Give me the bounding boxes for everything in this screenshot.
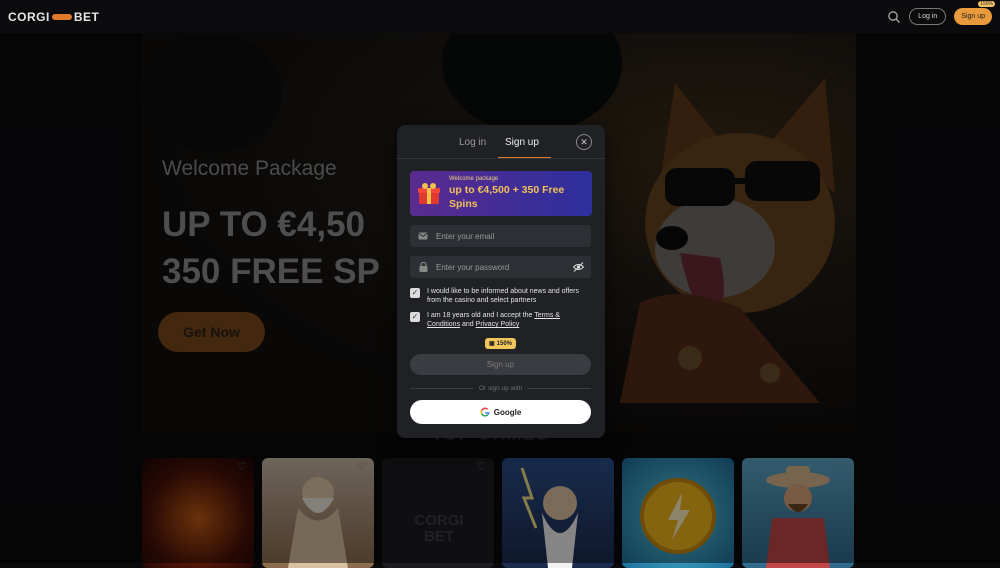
age-terms-label: I am 18 years old and I accept the Terms… (427, 311, 592, 329)
age-terms-and: and (460, 321, 476, 328)
lock-icon (418, 263, 428, 272)
top-bar: CORGI BET Log in Sign up 150% (0, 0, 1000, 33)
gift-small-icon: ▣ (489, 340, 495, 347)
social-divider-label: Or sign up with (474, 385, 527, 392)
divider-line (527, 388, 591, 389)
promo-headline: up to €4,500 + 350 Free Spins (449, 183, 592, 211)
google-button-label: Google (494, 408, 522, 417)
tab-signup[interactable]: Sign up (505, 137, 539, 148)
google-signup-button[interactable]: Google (410, 400, 591, 424)
divider-line (410, 388, 474, 389)
promo-kicker: Welcome package (449, 176, 592, 182)
login-button[interactable]: Log in (909, 8, 946, 25)
bonus-tag: 150% (978, 1, 995, 7)
mail-icon (418, 232, 428, 241)
logo-text-left: CORGI (8, 10, 50, 24)
google-icon (480, 407, 490, 417)
news-consent-checkbox[interactable]: ✓ I would like to be informed about news… (410, 287, 592, 305)
logo-text-right: BET (74, 10, 100, 24)
social-divider: Or sign up with (410, 383, 591, 393)
bonus-badge: ▣ 150% (485, 338, 516, 349)
eye-off-icon[interactable] (573, 262, 584, 272)
welcome-promo-banner: Welcome package up to €4,500 + 350 Free … (410, 171, 592, 216)
age-terms-checkbox[interactable]: ✓ I am 18 years old and I accept the Ter… (410, 311, 592, 329)
active-tab-underline (498, 157, 551, 158)
tab-login[interactable]: Log in (459, 137, 486, 148)
signup-button-label: Sign up (961, 13, 985, 20)
signup-submit-button[interactable]: Sign up (410, 354, 591, 375)
close-icon[interactable]: ✕ (576, 134, 592, 150)
news-consent-label: I would like to be informed about news a… (427, 287, 592, 305)
password-placeholder: Enter your password (436, 263, 509, 272)
bonus-badge-label: 150% (497, 341, 512, 347)
search-icon[interactable] (887, 10, 901, 24)
age-terms-prefix: I am 18 years old and I accept the (427, 312, 534, 319)
email-field[interactable]: Enter your email (410, 225, 591, 247)
checkbox-checked-icon[interactable]: ✓ (410, 312, 420, 322)
bone-icon (52, 14, 72, 20)
signup-button[interactable]: Sign up 150% (954, 8, 992, 25)
password-field[interactable]: Enter your password (410, 256, 591, 278)
auth-tabs: Log in Sign up (397, 125, 605, 159)
auth-modal: Log in Sign up ✕ Welcome package up to €… (397, 125, 605, 438)
email-placeholder: Enter your email (436, 232, 494, 241)
site-logo[interactable]: CORGI BET (8, 10, 99, 24)
privacy-policy-link[interactable]: Privacy Policy (476, 321, 520, 328)
gift-icon (416, 180, 442, 206)
checkbox-checked-icon[interactable]: ✓ (410, 288, 420, 298)
